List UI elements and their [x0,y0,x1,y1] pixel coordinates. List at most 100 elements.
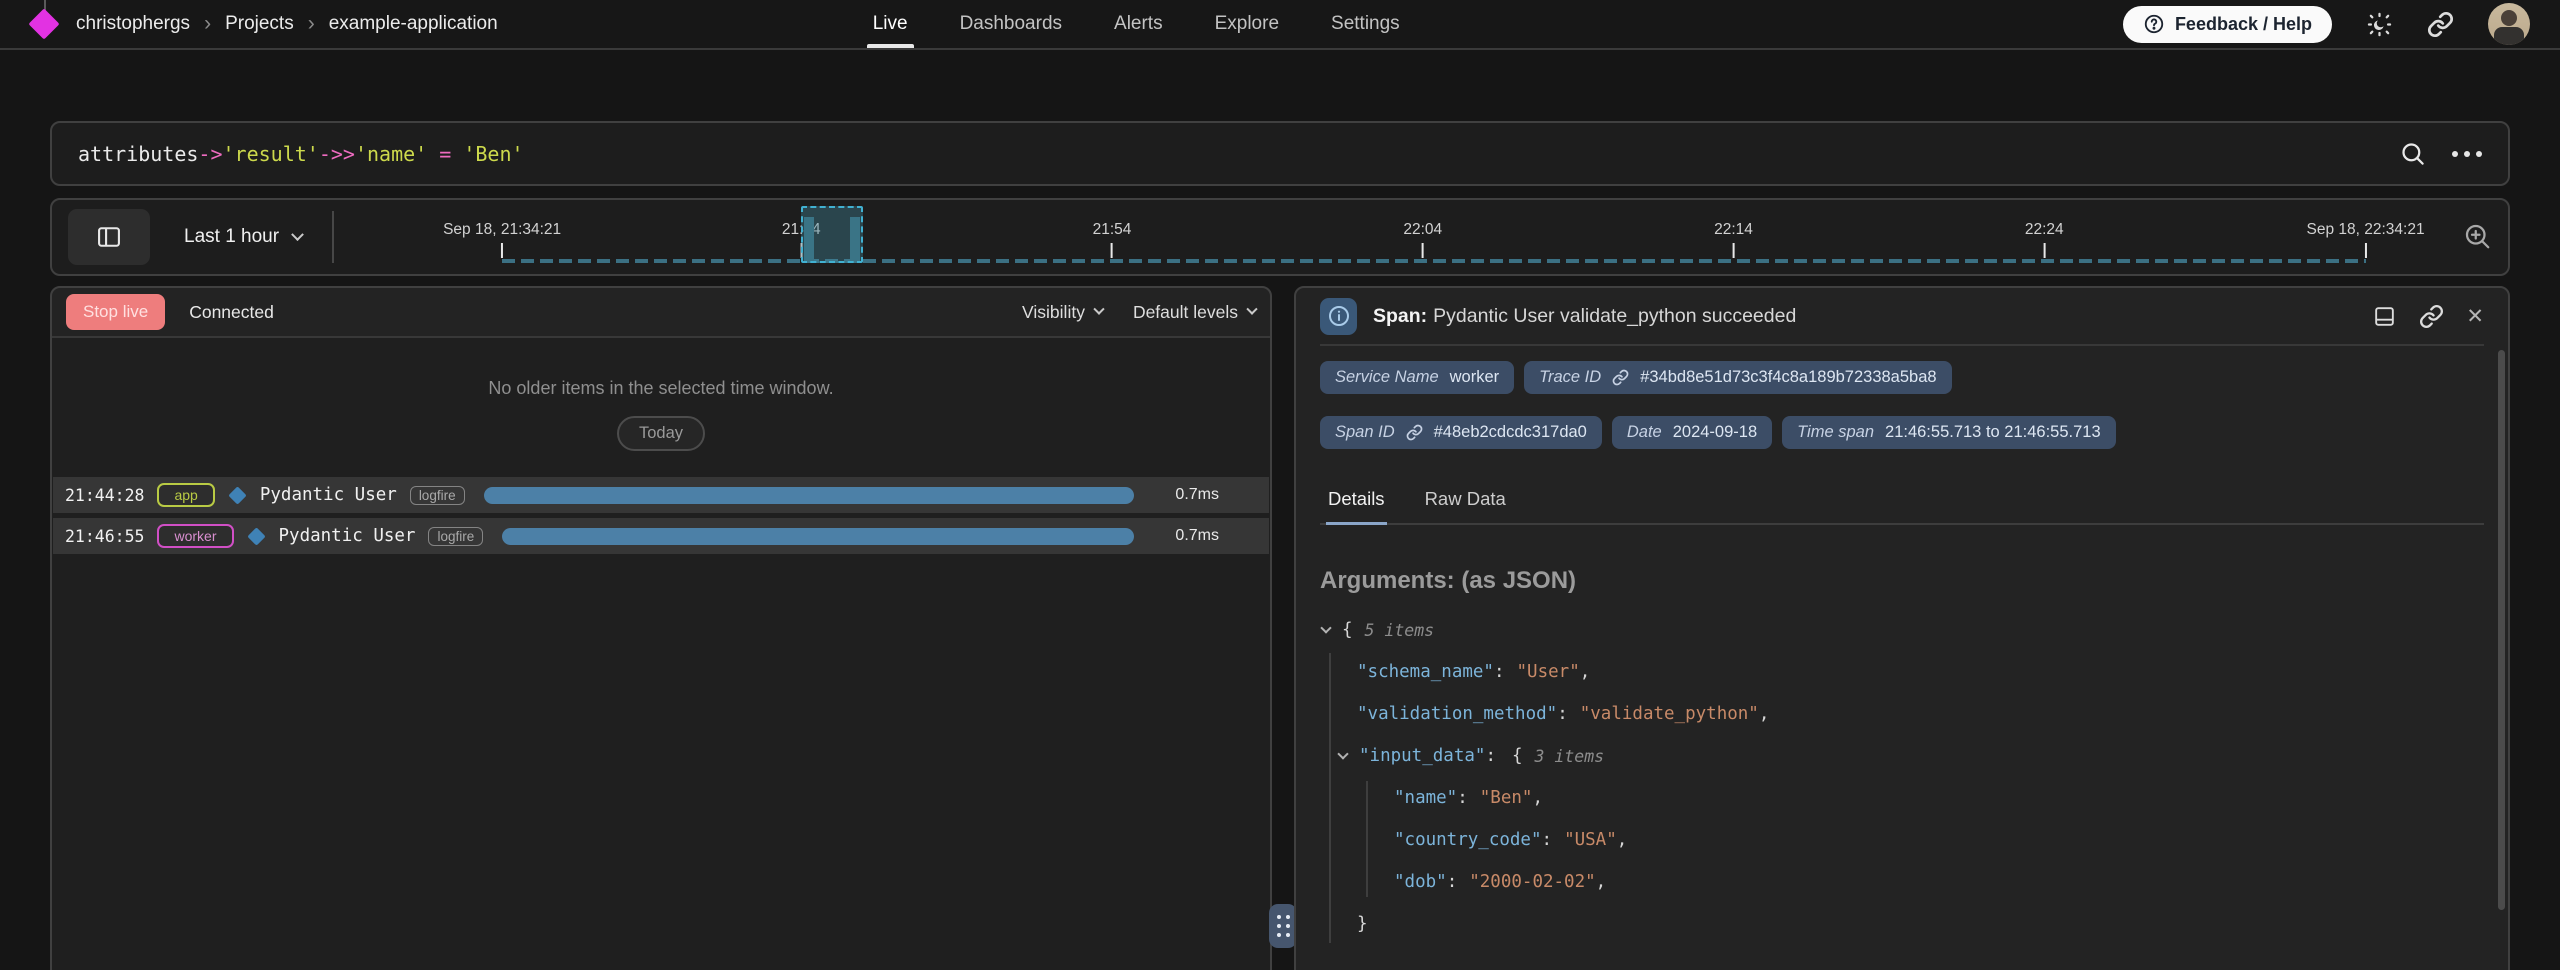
breadcrumb-org[interactable]: christophergs [76,13,190,35]
json-comma: , [1759,704,1770,724]
today-button[interactable]: Today [617,416,705,451]
search-icon[interactable] [2399,140,2426,167]
log-row[interactable]: 21:46:55 worker Pydantic User logfire 0.… [53,518,1269,554]
json-brace: } [1357,914,1368,934]
time-selection-window[interactable] [801,206,862,263]
tab-explore[interactable]: Explore [1215,0,1279,48]
span-title-label: Span: [1373,305,1427,327]
json-key: "input_data" [1359,746,1485,766]
empty-window-message: No older items in the selected time wind… [52,378,1270,399]
theme-toggle-button[interactable] [2366,11,2393,38]
span-panel-header: Span:Pydantic User validate_python succe… [1320,288,2484,346]
default-levels-dropdown[interactable]: Default levels [1133,302,1256,323]
tick-mark [2043,243,2045,258]
workspace-panels: Stop live Connected Visibility Default l… [50,286,2510,970]
json-colon: : [1457,788,1468,808]
copy-link-button[interactable] [2419,304,2444,329]
scope-badge: logfire [410,486,465,505]
span-metadata-badges: Service Name worker Trace ID #34bd8e51d7… [1320,361,2484,449]
breadcrumb-projects[interactable]: Projects [225,13,294,35]
json-line: "dob":"2000-02-02", [1320,861,2484,903]
tab-live[interactable]: Live [873,0,908,48]
scrollbar-thumb[interactable] [2498,350,2505,910]
query-text: attributes->'result'->>'name' = 'Ben' [78,142,524,166]
collapse-chevron-icon[interactable] [1337,748,1348,759]
time-range-dropdown[interactable]: Last 1 hour [184,226,302,248]
badge-value: 21:46:55.713 to 21:46:55.713 [1885,423,2101,442]
logo-diamond-icon [28,8,59,39]
feedback-help-button[interactable]: Feedback / Help [2123,6,2332,43]
link-icon[interactable] [1612,369,1629,386]
badge-label: Date [1627,423,1662,442]
breadcrumb-separator: › [308,12,315,36]
json-line: "country_code":"USA", [1320,819,2484,861]
drag-handle-icon[interactable] [1269,904,1297,948]
connection-status: Connected [189,302,274,323]
sidebar-toggle-button[interactable] [68,209,150,265]
collapse-chevron-icon[interactable] [1320,622,1331,633]
json-value: "validate_python" [1580,704,1759,724]
tick-mark [2365,243,2367,258]
split-panel-button[interactable] [2372,304,2397,329]
timeline-tick: Sep 18, 21:34:21 [443,221,561,258]
json-line: "name":"Ben", [1320,777,2484,819]
json-key: "schema_name" [1357,662,1494,682]
json-comma: , [1617,830,1628,850]
user-avatar[interactable] [2488,3,2530,45]
tab-details[interactable]: Details [1326,479,1387,523]
badge-value: worker [1450,368,1500,387]
breadcrumb-project[interactable]: example-application [329,13,498,35]
duration-bar[interactable] [484,487,1134,504]
tab-settings[interactable]: Settings [1331,0,1400,48]
query-token: 'name' [355,142,427,166]
service-tag[interactable]: app [157,483,214,507]
duration-value: 0.7ms [1157,527,1219,545]
query-input[interactable]: attributes->'result'->>'name' = 'Ben' [50,121,2510,186]
json-colon: : [1447,872,1458,892]
span-panel-actions: ✕ [2372,304,2484,329]
more-options-icon[interactable] [2452,151,2482,157]
json-brace: { [1342,620,1353,640]
badge-label: Trace ID [1539,368,1601,387]
info-circle-icon [1320,298,1357,335]
timeline-baseline [502,259,2365,263]
zoom-in-button[interactable] [2462,221,2492,254]
share-link-button[interactable] [2427,11,2454,38]
link-icon[interactable] [1406,424,1423,441]
service-tag[interactable]: worker [157,524,233,548]
nav-right: Feedback / Help [2123,3,2530,45]
json-tree: { 5 items "schema_name":"User", "validat… [1320,609,2484,945]
panel-splitter[interactable] [1272,286,1294,970]
tick-label: 22:14 [1714,221,1753,239]
close-icon: ✕ [2466,306,2484,327]
json-brace: { [1512,746,1523,766]
tab-dashboards[interactable]: Dashboards [960,0,1062,48]
trace-id-badge[interactable]: Trace ID #34bd8e51d73c3f4c8a189b72338a5b… [1524,361,1951,394]
logfire-logo[interactable] [30,0,60,49]
chain-link-icon [2419,304,2444,329]
json-line: "input_data":{ 3 items [1320,735,2484,777]
visibility-dropdown[interactable]: Visibility [1022,302,1103,323]
close-panel-button[interactable]: ✕ [2466,306,2484,327]
duration-bar[interactable] [502,528,1134,545]
stop-live-button[interactable]: Stop live [66,294,165,330]
tab-raw-data[interactable]: Raw Data [1423,479,1508,523]
timeline-tick: Sep 18, 22:34:21 [2307,221,2425,258]
timeline[interactable]: Sep 18, 21:34:21 21:44 21:54 22:04 22:14… [334,200,2448,274]
tab-alerts[interactable]: Alerts [1114,0,1163,48]
log-row[interactable]: 21:44:28 app Pydantic User logfire 0.7ms [53,477,1269,513]
live-log-panel: Stop live Connected Visibility Default l… [50,286,1272,970]
tick-mark [501,243,503,258]
json-key: "dob" [1394,872,1447,892]
badge-value: 2024-09-18 [1673,423,1757,442]
span-title: Span:Pydantic User validate_python succe… [1373,305,1796,328]
span-id-badge[interactable]: Span ID #48eb2cdcdc317da0 [1320,416,1602,449]
nav-left: christophergs › Projects › example-appli… [30,0,498,49]
live-panel-controls: Visibility Default levels [1022,302,1256,323]
query-token: ->> [319,142,355,166]
sun-moon-icon [2366,11,2393,38]
event-bar [804,217,814,261]
query-token: attributes [78,142,198,166]
json-value: "2000-02-02" [1469,872,1595,892]
scope-badge: logfire [428,527,483,546]
